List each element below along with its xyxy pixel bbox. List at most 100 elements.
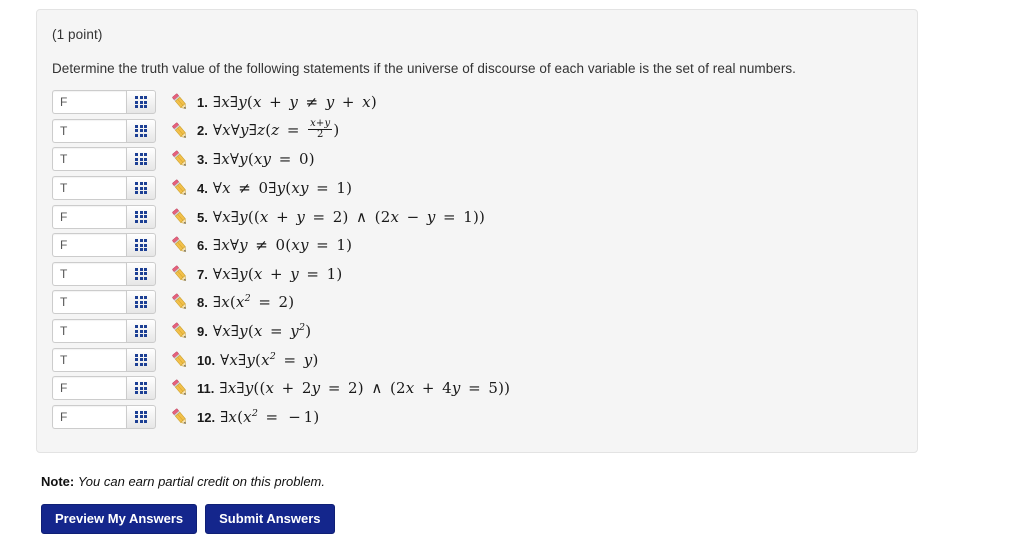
statement-math: ∃x∀y ≠ 0(xy = 1) bbox=[212, 236, 353, 255]
edit-pencil-button[interactable] bbox=[167, 206, 193, 228]
statement: 12. ∃x(x2 = −1) bbox=[197, 408, 319, 426]
grid-icon bbox=[135, 410, 147, 423]
pencil-icon bbox=[172, 408, 186, 424]
answer-input[interactable] bbox=[52, 261, 126, 286]
edit-pencil-button[interactable] bbox=[167, 291, 193, 313]
edit-pencil-button[interactable] bbox=[167, 263, 193, 285]
answer-input-group bbox=[52, 404, 156, 429]
answer-input[interactable] bbox=[52, 404, 126, 429]
edit-pencil-button[interactable] bbox=[167, 234, 193, 256]
statement: 8. ∃x(x2 = 2) bbox=[197, 293, 294, 311]
edit-pencil-button[interactable] bbox=[167, 148, 193, 170]
statement-number: 4. bbox=[197, 181, 208, 197]
statement-math: ∀x∃y((x + y = 2) ∧ (2x − y = 1)) bbox=[212, 207, 486, 226]
pencil-icon bbox=[172, 151, 186, 167]
answer-input[interactable] bbox=[52, 90, 126, 115]
statement-math: ∀x∃y(x2 = y) bbox=[220, 350, 319, 369]
answer-row: 11.∃x∃y((x + 2y = 2) ∧ (2x + 4y = 5)) bbox=[52, 374, 907, 403]
preview-my-answers-button[interactable]: Preview My Answers bbox=[41, 504, 198, 534]
answer-input-group bbox=[52, 319, 156, 344]
answer-row: 4.∀x ≠ 0∃y(xy = 1) bbox=[52, 174, 907, 203]
answer-grid-button[interactable] bbox=[126, 376, 156, 401]
answer-input[interactable] bbox=[52, 176, 126, 201]
statement: 5. ∀x∃y((x + y = 2) ∧ (2x − y = 1)) bbox=[197, 208, 485, 226]
statement: 6. ∃x∀y ≠ 0(xy = 1) bbox=[197, 236, 352, 254]
statement-number: 11. bbox=[197, 381, 215, 397]
problem-panel: (1 point) Determine the truth value of t… bbox=[36, 9, 918, 453]
pencil-icon bbox=[172, 322, 186, 338]
grid-icon bbox=[135, 239, 147, 252]
answer-row: 5.∀x∃y((x + y = 2) ∧ (2x − y = 1)) bbox=[52, 202, 907, 231]
grid-icon bbox=[135, 267, 147, 280]
answer-input[interactable] bbox=[52, 376, 126, 401]
answer-grid-button[interactable] bbox=[126, 261, 156, 286]
pencil-icon bbox=[172, 208, 186, 224]
answer-input-group bbox=[52, 204, 156, 229]
answer-input-group bbox=[52, 290, 156, 315]
statement: 9. ∀x∃y(x = y2) bbox=[197, 322, 311, 340]
pencil-icon bbox=[172, 122, 186, 138]
answer-grid-button[interactable] bbox=[126, 118, 156, 143]
answer-row: 3.∃x∀y(xy = 0) bbox=[52, 145, 907, 174]
statement-number: 10. bbox=[197, 352, 216, 368]
answer-grid-button[interactable] bbox=[126, 204, 156, 229]
statement-math: ∃x(x2 = 2) bbox=[212, 293, 295, 312]
grid-icon bbox=[135, 382, 147, 395]
answer-grid-button[interactable] bbox=[126, 176, 156, 201]
answer-input[interactable] bbox=[52, 290, 126, 315]
answer-grid-button[interactable] bbox=[126, 290, 156, 315]
answer-input[interactable] bbox=[52, 147, 126, 172]
statement-number: 12. bbox=[197, 409, 216, 425]
answer-input-group bbox=[52, 147, 156, 172]
answer-row: 6.∃x∀y ≠ 0(xy = 1) bbox=[52, 231, 907, 260]
edit-pencil-button[interactable] bbox=[167, 91, 193, 113]
answer-input[interactable] bbox=[52, 233, 126, 258]
edit-pencil-button[interactable] bbox=[167, 120, 193, 142]
statement: 2. ∀x∀y∃z(z = x+y 2) bbox=[197, 117, 340, 142]
edit-pencil-button[interactable] bbox=[167, 320, 193, 342]
answer-grid-button[interactable] bbox=[126, 347, 156, 372]
answer-row: 9.∀x∃y(x = y2) bbox=[52, 317, 907, 346]
statement-number: 5. bbox=[197, 209, 208, 225]
answer-input-group bbox=[52, 347, 156, 372]
statement: 7. ∀x∃y(x + y = 1) bbox=[197, 265, 342, 283]
statement-math: ∃x(x2 = −1) bbox=[220, 407, 320, 426]
statement: 3. ∃x∀y(xy = 0) bbox=[197, 150, 315, 168]
answer-grid-button[interactable] bbox=[126, 90, 156, 115]
answer-grid-button[interactable] bbox=[126, 233, 156, 258]
submit-answers-button[interactable]: Submit Answers bbox=[205, 504, 335, 534]
statement-math: ∀x∃y(x + y = 1) bbox=[212, 264, 343, 283]
statement-math: ∀x ≠ 0∃y(xy = 1) bbox=[212, 179, 353, 198]
edit-pencil-button[interactable] bbox=[167, 349, 193, 371]
note-text: You can earn partial credit on this prob… bbox=[77, 474, 325, 489]
answer-input[interactable] bbox=[52, 347, 126, 372]
edit-pencil-button[interactable] bbox=[167, 377, 193, 399]
note-label: Note: bbox=[41, 474, 75, 489]
grid-icon bbox=[135, 153, 147, 166]
grid-icon bbox=[135, 325, 147, 338]
answer-input[interactable] bbox=[52, 204, 126, 229]
answer-input[interactable] bbox=[52, 319, 126, 344]
answer-grid-button[interactable] bbox=[126, 319, 156, 344]
pencil-icon bbox=[172, 265, 186, 281]
edit-pencil-button[interactable] bbox=[167, 406, 193, 428]
statement-number: 8. bbox=[197, 295, 208, 311]
statement-number: 7. bbox=[197, 266, 208, 282]
statement-number: 3. bbox=[197, 152, 208, 168]
answer-grid-button[interactable] bbox=[126, 147, 156, 172]
statement: 4. ∀x ≠ 0∃y(xy = 1) bbox=[197, 179, 352, 197]
pencil-icon bbox=[172, 236, 186, 253]
statement: 11. ∃x∃y((x + 2y = 2) ∧ (2x + 4y = 5)) bbox=[197, 379, 510, 397]
answer-input[interactable] bbox=[52, 118, 126, 143]
statement-number: 9. bbox=[197, 324, 208, 340]
grid-icon bbox=[135, 296, 147, 309]
grid-icon bbox=[135, 124, 147, 137]
grid-icon bbox=[135, 96, 147, 109]
statement-number: 1. bbox=[197, 95, 208, 111]
grid-icon bbox=[135, 210, 147, 223]
statement-math: ∀x∀y∃z(z = x+y 2) bbox=[212, 117, 340, 141]
edit-pencil-button[interactable] bbox=[167, 177, 193, 199]
pencil-icon bbox=[172, 351, 186, 367]
answer-row: 1.∃x∃y(x + y ≠ y + x) bbox=[52, 88, 907, 117]
answer-grid-button[interactable] bbox=[126, 404, 156, 429]
